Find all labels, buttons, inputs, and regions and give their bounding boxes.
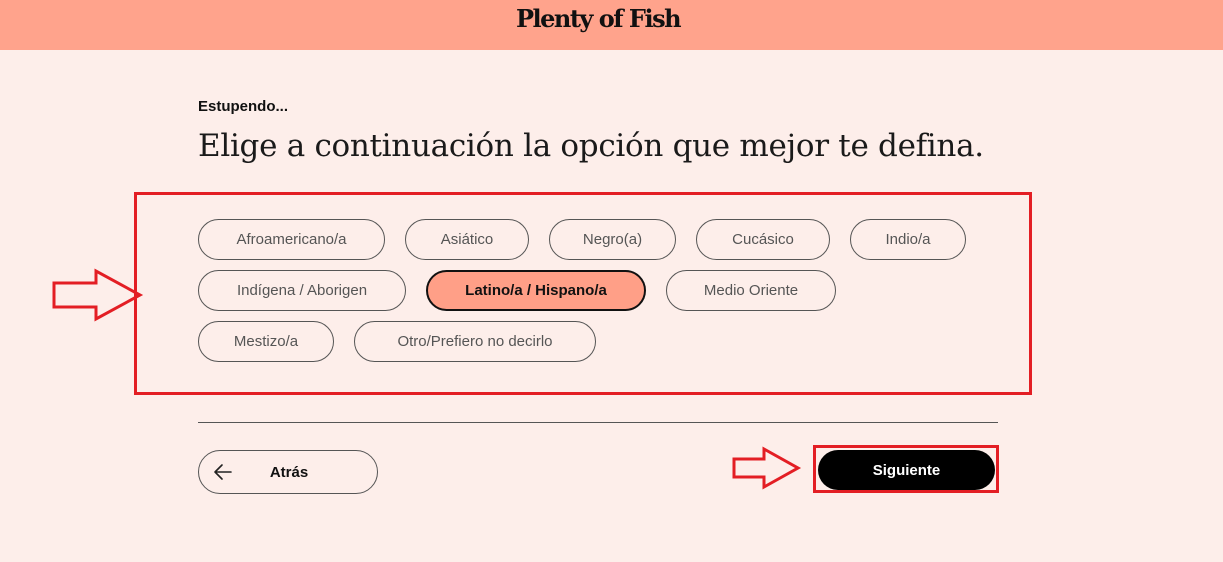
annotation-arrow-icon [732,446,802,490]
back-button-label: Atrás [269,463,309,481]
plenty-of-fish-logo[interactable]: Plenty of Fish [0,4,1196,33]
option-indigena-aborigen[interactable]: Indígena / Aborigen [198,270,406,311]
option-latino-hispano[interactable]: Latino/a / Hispano/a [426,270,646,311]
section-divider [198,422,998,423]
top-bar: Plenty of Fish [0,0,1223,50]
back-button[interactable]: Atrás [198,450,378,494]
page-title: Elige a continuación la opción que mejor… [198,128,984,164]
option-indio[interactable]: Indio/a [850,219,966,260]
option-mestizo[interactable]: Mestizo/a [198,321,334,362]
next-button[interactable]: Siguiente [818,450,995,490]
annotation-arrow-icon [52,268,144,322]
option-caucasico[interactable]: Cucásico [696,219,830,260]
option-otro-prefiero-no-decirlo[interactable]: Otro/Prefiero no decirlo [354,321,596,362]
option-negro[interactable]: Negro(a) [549,219,676,260]
option-afroamericano[interactable]: Afroamericano/a [198,219,385,260]
option-asiatico[interactable]: Asiático [405,219,529,260]
eyebrow-text: Estupendo... [198,98,288,115]
option-medio-oriente[interactable]: Medio Oriente [666,270,836,311]
